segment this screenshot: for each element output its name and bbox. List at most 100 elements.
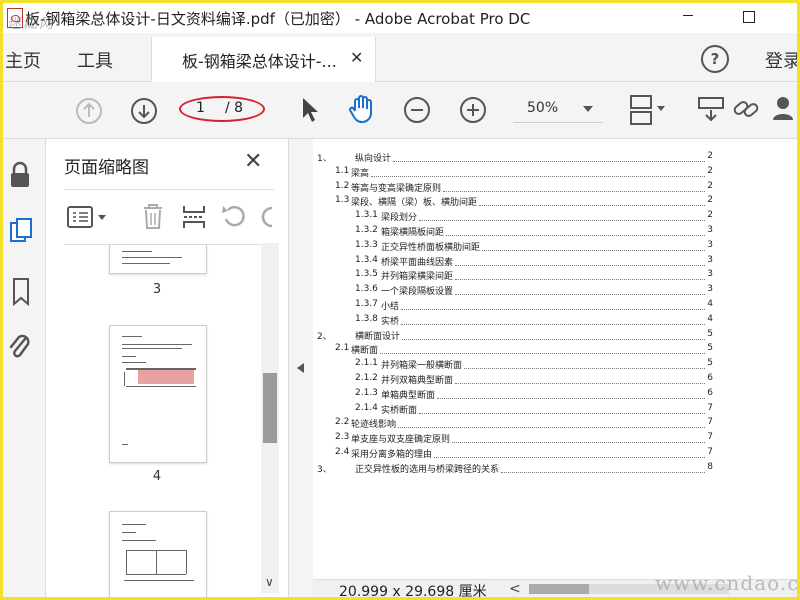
scroll-down-icon[interactable]: ∨ (265, 575, 274, 589)
toc-leader (434, 457, 705, 458)
toc-text: 梁段划分 (381, 213, 418, 224)
thumbnails-title: 页面缩略图 (64, 158, 149, 178)
toc-page: 7 (707, 417, 713, 428)
toc-leader (455, 279, 705, 281)
thumbnail-scrollbar[interactable]: ∨ (261, 243, 279, 593)
toc-row[interactable]: 1.1 梁高 2 (313, 166, 713, 180)
next-page-icon[interactable] (130, 97, 158, 129)
toc-page: 2 (707, 180, 713, 191)
toc-page: 6 (707, 387, 713, 398)
close-panel-icon[interactable]: ✕ (244, 149, 262, 174)
document-view[interactable]: 1、 纵向设计 2 1.1 梁高 2 1.2 等高与变高梁确定原则 2 1.3 梁段、横隔（梁）板、… (313, 139, 797, 579)
rotate-right-icon[interactable] (258, 202, 274, 236)
toc-row[interactable]: 2.1.1 并列箱梁一般横断面 5 (313, 358, 713, 372)
toc-row[interactable]: 2.1.2 并列双箱典型断面 6 (313, 373, 713, 387)
toc-number: 2.1.3 (355, 387, 378, 398)
toc-row[interactable]: 1.3.6 一个梁段隔板设置 3 (313, 284, 713, 298)
page-fit-icon[interactable] (627, 92, 671, 132)
scrollbar-thumb[interactable] (263, 373, 277, 443)
toc-leader (380, 353, 705, 355)
toc-text: 桥梁平面曲线因素 (381, 257, 454, 268)
tab-tools[interactable]: 工具 (77, 47, 113, 73)
toc-row[interactable]: 1.2 等高与变高梁确定原则 2 (313, 181, 713, 195)
toc-number: 2.2 (335, 417, 350, 428)
toc-text: 单支座与双支座确定原则 (351, 435, 451, 446)
thumbnail-page-3[interactable] (109, 245, 207, 274)
collapse-panel-icon[interactable] (297, 363, 304, 373)
toc-leader (452, 442, 705, 444)
toc-row[interactable]: 1.3.5 并列箱梁横梁间距 3 (313, 269, 713, 283)
watermark-top: 迷糊网 (7, 16, 55, 32)
toc-text: 横断面 (351, 346, 379, 357)
toc-row[interactable]: 1.3.2 箱梁横隔板间距 3 (313, 225, 713, 239)
toc-text: 实桥断面 (381, 405, 418, 416)
close-tab-icon[interactable]: ✕ (350, 48, 363, 67)
window-title: 板-钢箱梁总体设计-日文资料编译.pdf（已加密） - Adobe Acroba… (25, 10, 531, 28)
toc-row[interactable]: 1.3 梁段、横隔（梁）板、横肋间距 2 (313, 195, 713, 209)
toc-row[interactable]: 3、 正交异性板的选用与桥梁跨径的关系 8 (313, 462, 713, 476)
toc-row[interactable]: 1.3.1 梁段划分 2 (313, 210, 713, 224)
zoom-select[interactable]: 50% (513, 96, 603, 123)
toc-leader (393, 161, 705, 162)
toc-number: 2.1.2 (355, 373, 378, 383)
hand-tool-icon[interactable] (347, 94, 377, 128)
attachment-icon[interactable] (7, 331, 33, 367)
rotate-left-icon[interactable] (220, 202, 248, 236)
toc-leader (401, 309, 705, 310)
toc-row[interactable]: 2、 横断面设计 5 (313, 329, 713, 343)
signin-button[interactable]: 登录 (765, 47, 797, 73)
toc-row[interactable]: 2.4 采用分离多箱的理由 7 (313, 447, 713, 461)
toc-row[interactable]: 1、 纵向设计 2 (313, 151, 713, 165)
toc-row[interactable]: 1.3.8 实桥 4 (313, 314, 713, 328)
page-current: 1 (196, 100, 205, 116)
zoom-out-icon[interactable] (403, 96, 431, 128)
toc-row[interactable]: 2.1 横断面 5 (313, 343, 713, 357)
toc-page: 5 (707, 358, 713, 369)
extract-pages-icon[interactable] (180, 202, 208, 236)
toc-row[interactable]: 2.1.3 单箱典型断面 6 (313, 388, 713, 402)
keyboard-icon[interactable] (697, 94, 725, 128)
highlight-oval (179, 96, 265, 122)
scroll-left-icon[interactable]: < (509, 581, 521, 597)
toc-row[interactable]: 2.1.4 实桥断面 7 (313, 403, 713, 417)
toc-number: 1.3.7 (355, 299, 378, 309)
toc-number: 2.4 (335, 447, 350, 457)
zoom-in-icon[interactable] (459, 96, 487, 128)
maximize-button[interactable] (743, 11, 755, 23)
select-cursor-icon[interactable] (299, 96, 321, 128)
tab-document[interactable]: 板-钢箱梁总体设计-... ✕ (151, 37, 376, 82)
horizontal-scrollbar-thumb[interactable] (529, 584, 589, 594)
toc-leader (371, 175, 705, 177)
left-rail (3, 139, 46, 597)
toc-number: 2.1.1 (355, 358, 378, 369)
toc-row[interactable]: 1.3.3 正交异性桥面板横肋间距 3 (313, 240, 713, 254)
trash-icon[interactable] (140, 202, 166, 236)
toc-row[interactable]: 2.3 单支座与双支座确定原则 7 (313, 432, 713, 446)
toc-row[interactable]: 1.3.4 桥梁平面曲线因素 3 (313, 255, 713, 269)
toc-number: 1.3.3 (355, 239, 378, 250)
toc-leader (419, 412, 705, 414)
toc-row[interactable]: 2.2 轮迹线影响 7 (313, 417, 713, 431)
toc-page: 3 (707, 254, 713, 265)
help-icon[interactable]: ? (701, 45, 729, 73)
toc-page: 5 (707, 328, 713, 339)
toc-page: 2 (707, 210, 713, 221)
tab-bar: 主页 工具 板-钢箱梁总体设计-... ✕ ? 登录 (3, 33, 797, 82)
lock-icon[interactable] (9, 161, 31, 195)
pages-icon[interactable] (9, 217, 35, 251)
thumbnail-page-5[interactable] (109, 511, 207, 597)
toc-leader (455, 294, 705, 296)
previous-page-icon[interactable] (75, 97, 103, 129)
toc-number: 1.3 (335, 195, 350, 206)
minimize-button[interactable] (683, 9, 693, 21)
tab-home[interactable]: 主页 (5, 47, 41, 73)
zoom-value: 50% (527, 100, 559, 116)
page-number-field[interactable]: 1 / 8 (179, 96, 265, 122)
user-icon[interactable] (771, 94, 797, 128)
toc-number: 1.3.5 (355, 269, 378, 280)
options-menu-icon[interactable] (66, 204, 110, 234)
toc-row[interactable]: 1.3.7 小结 4 (313, 299, 713, 313)
thumbnail-page-4[interactable] (109, 325, 207, 463)
bookmark-icon[interactable] (10, 277, 32, 311)
link-icon[interactable] (731, 94, 763, 128)
